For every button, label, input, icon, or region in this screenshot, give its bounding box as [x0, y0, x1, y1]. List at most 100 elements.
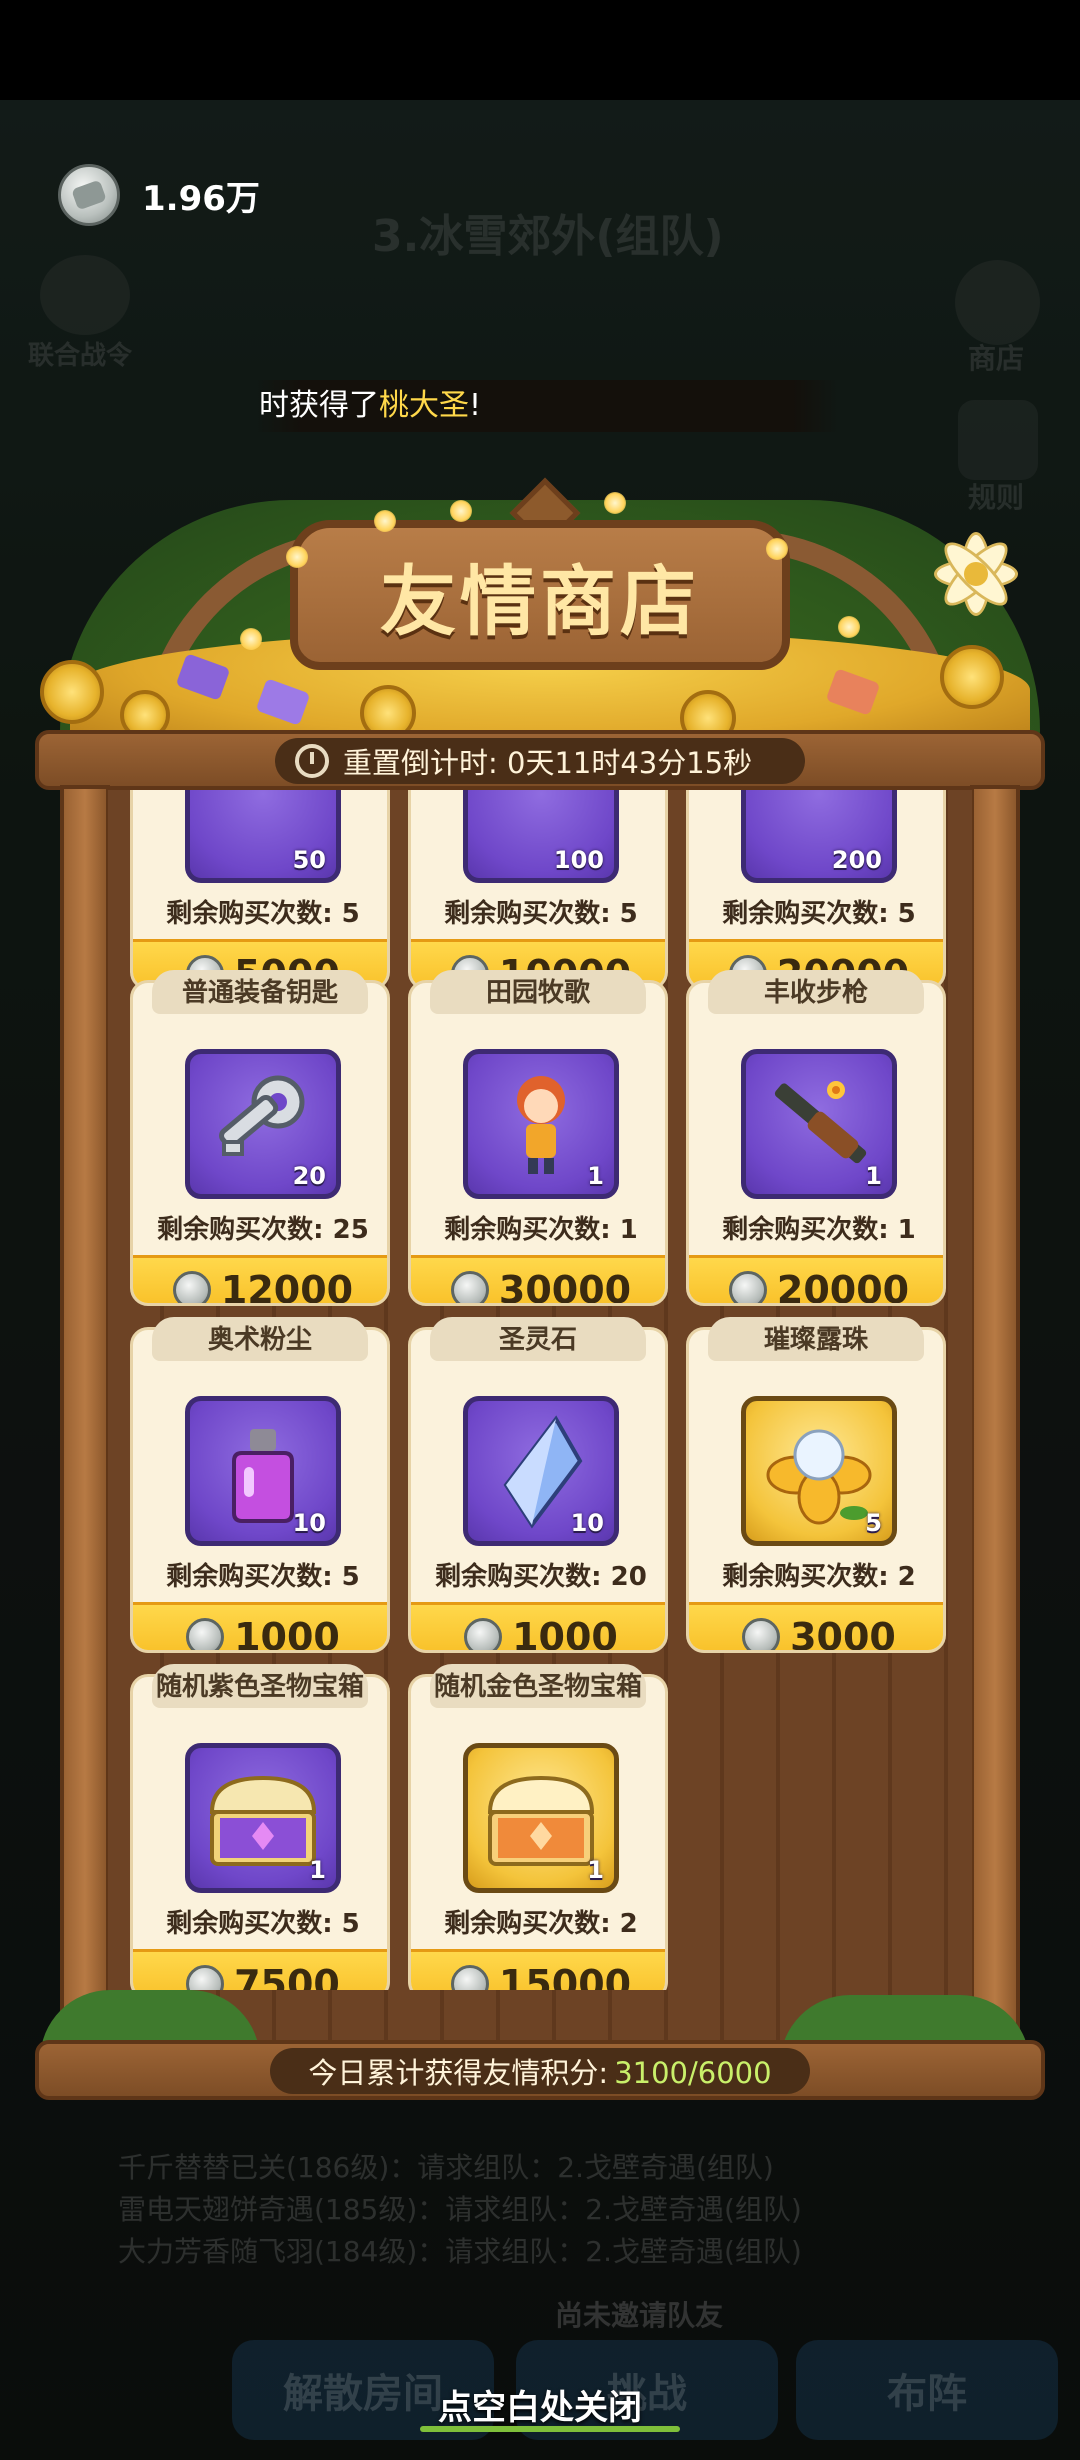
item-qty: 20: [292, 1162, 326, 1190]
remaining-purchases: 剩余购买次数: 1: [722, 1215, 916, 1245]
reset-timer: 重置倒计时: 0天11时43分15秒: [275, 738, 805, 784]
light-bulb: [838, 616, 860, 638]
partial-item-icon: 50: [185, 790, 341, 883]
item-qty: 10: [292, 1509, 326, 1537]
shop-sign: 友情商店: [290, 520, 790, 670]
screen: 3.冰雪郊外(组队) 联合战令 商店 规则 1.96万 时获得了桃大圣! 友情商…: [0, 0, 1080, 2460]
buy-button[interactable]: 3000: [689, 1602, 943, 1650]
item-name: 丰收步枪: [708, 970, 924, 1014]
remaining-purchases: 剩余购买次数: 1: [444, 1215, 638, 1245]
item-name: 随机紫色圣物宝箱: [152, 1664, 368, 1708]
price-value: 1000: [512, 1615, 618, 1653]
item-name: 普通装备钥匙: [152, 970, 368, 1014]
currency-amount: 1.96万: [142, 178, 260, 219]
reset-timer-text: 重置倒计时: 0天11时43分15秒: [343, 746, 753, 780]
notice-suffix: !: [469, 388, 482, 423]
buy-button[interactable]: 12000: [133, 1255, 387, 1306]
light-bulb: [450, 500, 472, 522]
frame-post-right: [970, 785, 1020, 2055]
remaining-purchases: 剩余购买次数: 5: [722, 899, 916, 929]
shop-item-card[interactable]: 10 剩余购买次数: 5 1000 奥术粉尘: [130, 1317, 390, 1653]
potion-bottle-icon: 10: [185, 1396, 341, 1546]
light-bulb: [604, 492, 626, 514]
tap-blank-to-close[interactable]: 点空白处关闭: [0, 2380, 1080, 2429]
friendship-coin-icon: [58, 164, 120, 226]
gold-chest-icon: 1: [463, 1743, 619, 1893]
remaining-purchases: 剩余购买次数: 20: [435, 1562, 647, 1592]
price-value: 7500: [234, 1962, 340, 1990]
shop-item-card[interactable]: 100 剩余购买次数: 5 10000: [408, 790, 668, 990]
coin-icon: [450, 1965, 489, 1990]
shop-item-card[interactable]: 10 剩余购买次数: 20 1000 圣灵石: [408, 1317, 668, 1653]
close-flower-button[interactable]: [928, 526, 1024, 622]
item-qty: 10: [570, 1509, 604, 1537]
buy-button[interactable]: 7500: [133, 1949, 387, 1990]
silver-key-icon: 20: [185, 1049, 341, 1199]
buy-button[interactable]: 30000: [411, 1255, 665, 1306]
item-qty: 1: [865, 1162, 882, 1190]
notice-prefix: 时获得了: [259, 388, 379, 423]
remaining-purchases: 剩余购买次数: 5: [166, 899, 360, 929]
purple-chest-icon: 1: [185, 1743, 341, 1893]
coin-icon: [172, 1271, 211, 1303]
shop-item-card[interactable]: 20 剩余购买次数: 25 12000 普通装备钥匙: [130, 970, 390, 1306]
price-value: 20000: [776, 1268, 910, 1306]
remaining-purchases: 剩余购买次数: 25: [157, 1215, 369, 1245]
shop-item-card[interactable]: 1 剩余购买次数: 1 20000 丰收步枪: [686, 970, 946, 1306]
shop-item-card[interactable]: 1 剩余购买次数: 1 30000 田园牧歌: [408, 970, 668, 1306]
remaining-purchases: 剩余购买次数: 5: [444, 899, 638, 929]
item-name: 圣灵石: [430, 1317, 646, 1361]
shop-item-card[interactable]: 1 剩余购买次数: 2 15000 随机金色圣物宝箱: [408, 1664, 668, 1990]
price-value: 15000: [498, 1962, 632, 1990]
coin-icon: [450, 1271, 489, 1303]
item-name: 田园牧歌: [430, 970, 646, 1014]
shop-item-card[interactable]: 5 剩余购买次数: 2 3000 璀璨露珠: [686, 1317, 946, 1653]
light-bulb: [374, 510, 396, 532]
coin-icon: [186, 1965, 225, 1990]
shop-item-card[interactable]: 200 剩余购买次数: 5 20000: [686, 790, 946, 990]
close-hint-underline: [420, 2426, 680, 2432]
price-value: 30000: [498, 1268, 632, 1306]
light-bulb: [766, 538, 788, 560]
frame-post-left: [60, 785, 110, 2055]
item-qty: 5: [865, 1509, 882, 1537]
chat-line: 千斤替替已关(186级)：请求组队：2.戈壁奇遇(组队): [118, 2151, 774, 2184]
shop-title: 友情商店: [380, 557, 700, 646]
friendship-currency: 1.96万: [58, 160, 260, 230]
status-bar: [0, 0, 1080, 100]
buy-button[interactable]: 15000: [411, 1949, 665, 1990]
crystal-icon: 10: [463, 1396, 619, 1546]
shop-item-card[interactable]: 50 剩余购买次数: 5 5000: [130, 790, 390, 990]
item-name: 随机金色圣物宝箱: [430, 1664, 646, 1708]
character-skin-icon: 1: [463, 1049, 619, 1199]
chat-line: 雷电天翅饼奇遇(185级)：请求组队：2.戈壁奇遇(组队): [118, 2193, 802, 2226]
partial-item-icon: 100: [463, 790, 619, 883]
price-value: 12000: [220, 1268, 354, 1306]
price-value: 1000: [234, 1615, 340, 1653]
item-qty: 1: [587, 1162, 604, 1190]
shop-item-card[interactable]: 1 剩余购买次数: 5 7500 随机紫色圣物宝箱: [130, 1664, 390, 1990]
coin-icon: [728, 1271, 767, 1303]
daily-points: 今日累计获得友情积分: 3100/6000: [270, 2048, 810, 2094]
harvest-rifle-icon: 1: [741, 1049, 897, 1199]
daily-points-value: 3100/6000: [614, 2056, 772, 2090]
remaining-purchases: 剩余购买次数: 2: [722, 1562, 916, 1592]
item-qty: 1: [587, 1856, 604, 1884]
dewdrop-flower-icon: 5: [741, 1396, 897, 1546]
light-bulb: [286, 546, 308, 568]
item-qty: 1: [309, 1856, 326, 1884]
buy-button[interactable]: 1000: [411, 1602, 665, 1653]
item-qty: 50: [292, 846, 326, 874]
partial-item-icon: 200: [741, 790, 897, 883]
remaining-purchases: 剩余购买次数: 2: [444, 1909, 638, 1939]
item-qty: 100: [553, 846, 604, 874]
buy-button[interactable]: 20000: [689, 1255, 943, 1306]
timer-icon: [295, 744, 329, 778]
chat-line: 大力芳香随飞羽(184级)：请求组队：2.戈壁奇遇(组队): [118, 2235, 802, 2268]
notice-highlight: 桃大圣: [379, 388, 469, 423]
shop-item-grid[interactable]: 50 剩余购买次数: 5 5000 100 剩余购买次数: 5 10000 20…: [130, 790, 950, 1990]
item-name: 璀璨露珠: [708, 1317, 924, 1361]
coin-icon: [186, 1618, 225, 1650]
buy-button[interactable]: 1000: [133, 1602, 387, 1653]
reward-notice: 时获得了桃大圣!: [255, 380, 839, 432]
